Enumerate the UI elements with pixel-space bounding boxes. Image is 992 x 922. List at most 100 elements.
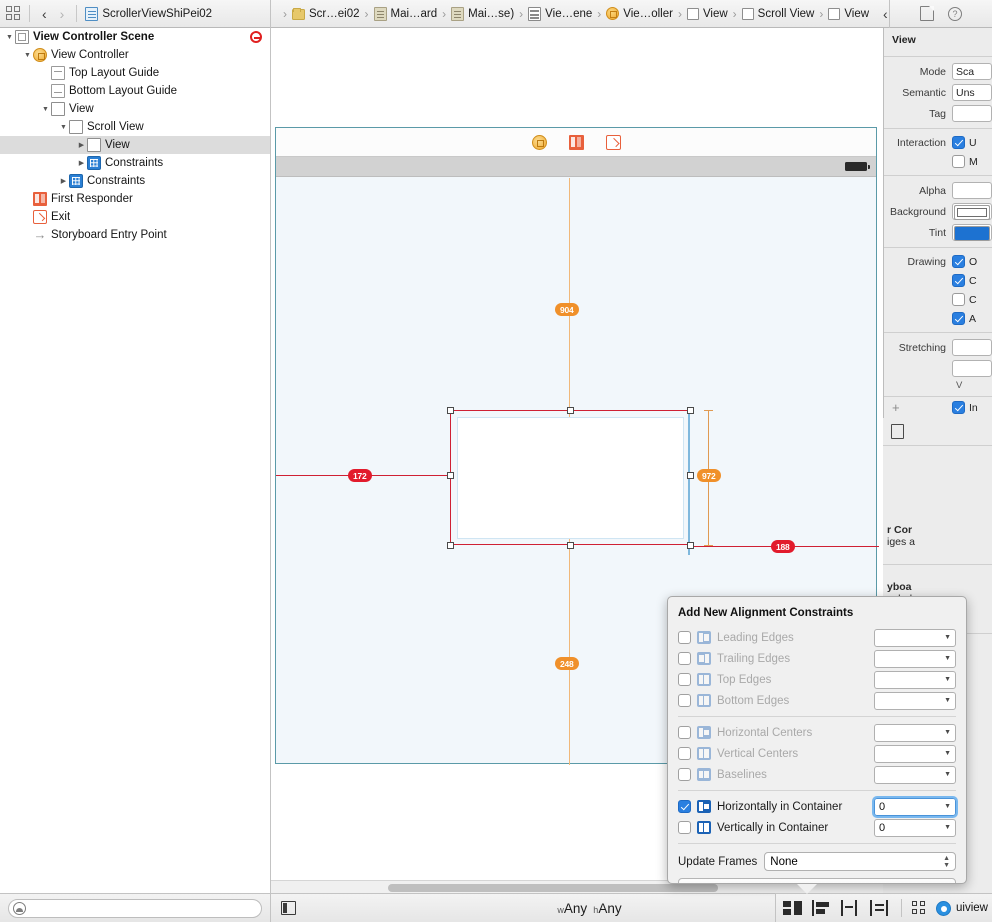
alpha-input[interactable] <box>952 182 992 199</box>
trailing-edges-row[interactable]: Trailing Edges ▼ <box>668 648 966 669</box>
trailing-spacing-badge[interactable]: 188 <box>771 540 795 553</box>
outline-row[interactable]: ▼ View <box>0 100 270 118</box>
clip-subviews-checkbox[interactable] <box>952 293 965 306</box>
grid-icon[interactable] <box>912 901 926 915</box>
outline-row[interactable]: ▼ View Controller <box>0 46 270 64</box>
horizontally-in-container-checkbox[interactable] <box>678 800 691 813</box>
document-icon[interactable] <box>920 6 934 21</box>
installed-checkbox[interactable] <box>952 401 965 414</box>
view-as-icon[interactable] <box>281 901 296 915</box>
resize-handle-top-center[interactable] <box>566 406 574 414</box>
breadcrumb-item-2[interactable]: Mai…ard <box>373 6 437 21</box>
outline-row[interactable]: ▼ Scroll View <box>0 118 270 136</box>
chevron-down-icon[interactable]: ▼ <box>944 697 951 704</box>
tag-input[interactable] <box>952 105 992 122</box>
vertically-in-container-checkbox[interactable] <box>678 821 691 834</box>
disclosure-triangle-open[interactable]: ▼ <box>4 34 15 41</box>
disclosure-triangle-closed[interactable]: ▶ <box>76 142 87 149</box>
leading-edges-checkbox[interactable] <box>678 631 691 644</box>
tint-color-well[interactable] <box>952 224 992 241</box>
chevron-down-icon[interactable]: ▼ <box>944 729 951 736</box>
leading-spacing-badge[interactable]: 172 <box>348 469 372 482</box>
filter-input[interactable] <box>8 898 262 918</box>
breadcrumb-item-0[interactable]: ScrollerViewShiPei02 <box>85 6 212 21</box>
mode-select[interactable]: Sca <box>952 63 992 80</box>
scrollbar-thumb[interactable] <box>388 884 718 892</box>
forward-button[interactable]: › <box>56 7 69 21</box>
add-variation-button[interactable]: + <box>884 400 952 415</box>
resize-handle-bottom-right[interactable] <box>686 541 694 549</box>
outline-row[interactable]: ▼ View Controller Scene <box>0 28 270 46</box>
chevron-down-icon[interactable]: ▼ <box>944 824 951 831</box>
outline-row[interactable]: Exit <box>0 208 270 226</box>
outline-row[interactable]: First Responder <box>0 190 270 208</box>
baselines-row[interactable]: Baselines ▼ <box>668 764 966 785</box>
object-indicator[interactable]: uiview <box>936 900 988 916</box>
vertical-centers-value-combo[interactable]: ▼ <box>874 744 956 763</box>
grid-icon[interactable] <box>6 6 21 21</box>
selected-view[interactable] <box>457 417 684 539</box>
breadcrumb-item-3[interactable]: Mai…se) <box>451 6 514 21</box>
opaque-checkbox[interactable] <box>952 255 965 268</box>
horizontally-in-container-row[interactable]: Horizontally in Container 0 ▼ <box>668 795 966 818</box>
leading-edges-value-combo[interactable]: ▼ <box>874 628 956 647</box>
multiple-touch-checkbox[interactable] <box>952 155 965 168</box>
help-icon[interactable]: ? <box>948 6 962 21</box>
background-color-well[interactable] <box>952 203 992 220</box>
semantic-select[interactable]: Uns <box>952 84 992 101</box>
outline-row[interactable]: ▶ View <box>0 136 270 154</box>
add-alignment-constraints-popover[interactable]: Add New Alignment Constraints Leading Ed… <box>667 596 967 884</box>
horizontal-centers-row[interactable]: Horizontal Centers ▼ <box>668 722 966 743</box>
bottom-edges-value-combo[interactable]: ▼ <box>874 691 956 710</box>
top-edges-value-combo[interactable]: ▼ <box>874 670 956 689</box>
chevron-down-icon[interactable]: ▼ <box>944 771 951 778</box>
trailing-edges-value-combo[interactable]: ▼ <box>874 649 956 668</box>
outline-row[interactable]: ▶ Constraints <box>0 154 270 172</box>
embed-in-stack-icon[interactable] <box>783 900 805 916</box>
align-icon[interactable] <box>812 900 834 916</box>
document-outline[interactable]: ▼ View Controller Scene ▼ View Controller To… <box>0 28 271 893</box>
vertically-in-container-value-combo[interactable]: 0 ▼ <box>874 818 956 837</box>
stretching-x-input[interactable] <box>952 339 992 356</box>
update-frames-select[interactable]: None ▲ ▼ <box>764 852 956 871</box>
resize-handle-middle-right[interactable] <box>686 471 694 479</box>
clears-graphics-context-checkbox[interactable] <box>952 274 965 287</box>
outline-row[interactable]: ▶ Constraints <box>0 172 270 190</box>
chevron-down-icon[interactable]: ▼ <box>944 634 951 641</box>
outline-row[interactable]: Bottom Layout Guide <box>0 82 270 100</box>
resize-handle-top-right[interactable] <box>686 406 694 414</box>
resize-handle-bottom-left[interactable] <box>446 541 454 549</box>
breadcrumb-item-8[interactable]: View <box>828 7 869 20</box>
view-controller-icon[interactable] <box>531 134 547 150</box>
breadcrumb-item-4[interactable]: Vie…ene <box>528 6 592 21</box>
leading-edges-row[interactable]: Leading Edges ▼ <box>668 627 966 648</box>
baselines-checkbox[interactable] <box>678 768 691 781</box>
resize-handle-bottom-center[interactable] <box>566 541 574 549</box>
horizontal-centers-checkbox[interactable] <box>678 726 691 739</box>
height-badge[interactable]: 972 <box>697 469 721 482</box>
breadcrumb-item-6[interactable]: View <box>686 7 728 20</box>
user-interaction-enabled-checkbox[interactable] <box>952 136 965 149</box>
resolve-auto-layout-icon[interactable] <box>870 900 892 916</box>
pin-icon[interactable] <box>841 900 863 916</box>
top-spacing-badge[interactable]: 904 <box>555 303 579 316</box>
baselines-value-combo[interactable]: ▼ <box>874 765 956 784</box>
chevron-down-icon[interactable]: ▼ <box>944 803 951 810</box>
breadcrumb-item-7[interactable]: Scroll View <box>741 7 814 20</box>
horizontally-in-container-value-combo[interactable]: 0 ▼ <box>872 795 958 818</box>
bottom-edges-row[interactable]: Bottom Edges ▼ <box>668 690 966 711</box>
top-edges-checkbox[interactable] <box>678 673 691 686</box>
bottom-spacing-badge[interactable]: 248 <box>555 657 579 670</box>
back-button[interactable]: ‹ <box>38 7 51 21</box>
chevron-down-icon[interactable]: ▼ <box>944 655 951 662</box>
trailing-edges-checkbox[interactable] <box>678 652 691 665</box>
previous-issue-button[interactable]: ‹ <box>879 7 889 21</box>
chevron-down-icon[interactable]: ▼ <box>944 750 951 757</box>
disclosure-triangle-open[interactable]: ▼ <box>22 52 33 59</box>
disclosure-triangle-open[interactable]: ▼ <box>58 124 69 131</box>
vertical-centers-checkbox[interactable] <box>678 747 691 760</box>
disclosure-triangle-closed[interactable]: ▶ <box>58 178 69 185</box>
resize-handle-top-left[interactable] <box>446 406 454 414</box>
first-responder-icon[interactable] <box>568 134 584 150</box>
outline-row[interactable]: → Storyboard Entry Point <box>0 226 270 244</box>
